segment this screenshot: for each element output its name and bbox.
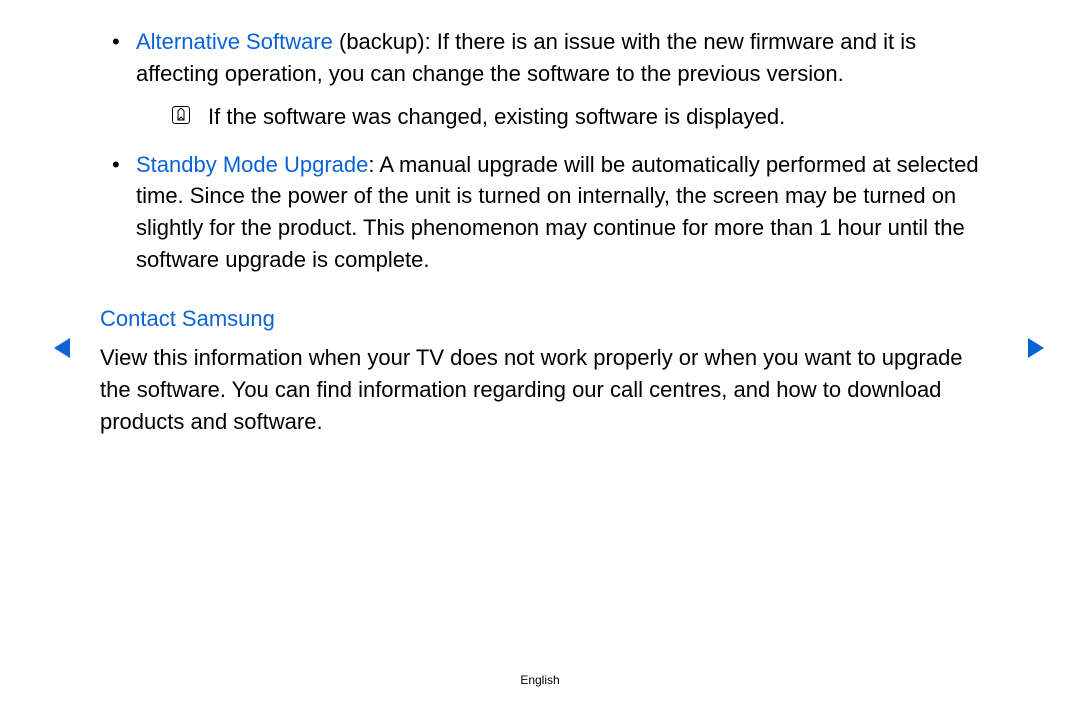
note-text: If the software was changed, existing so… bbox=[208, 102, 785, 133]
list-item: Alternative Software (backup): If there … bbox=[100, 26, 980, 133]
manual-page: Alternative Software (backup): If there … bbox=[0, 0, 1080, 705]
section-title: Contact Samsung bbox=[100, 306, 980, 332]
bullet-content: Alternative Software (backup): If there … bbox=[80, 26, 1000, 276]
section-contact-samsung: Contact Samsung View this information wh… bbox=[80, 306, 1000, 438]
footer-language: English bbox=[0, 673, 1080, 687]
section-body: View this information when your TV does … bbox=[100, 342, 980, 438]
term-standby-mode-upgrade: Standby Mode Upgrade bbox=[136, 152, 368, 177]
note-pencil-icon bbox=[172, 106, 190, 124]
term-alternative-software: Alternative Software bbox=[136, 29, 333, 54]
bullet-list: Alternative Software (backup): If there … bbox=[100, 26, 980, 276]
list-item: Standby Mode Upgrade: A manual upgrade w… bbox=[100, 149, 980, 277]
note-row: If the software was changed, existing so… bbox=[172, 102, 980, 133]
prev-page-arrow-icon[interactable] bbox=[54, 338, 70, 358]
next-page-arrow-icon[interactable] bbox=[1028, 338, 1044, 358]
